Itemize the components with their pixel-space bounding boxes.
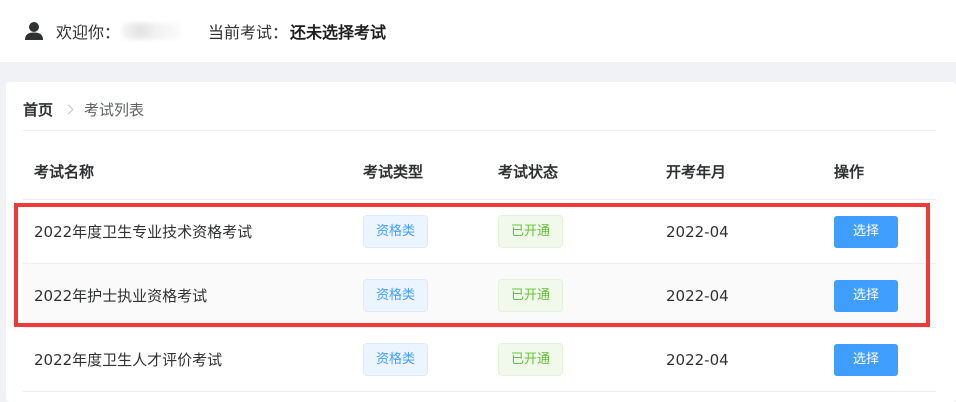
chevron-right-icon (63, 104, 74, 114)
exam-name: 2022年度卫生人才评价考试 (34, 351, 223, 369)
exam-status-tag: 已开通 (498, 279, 564, 312)
exam-type-tag: 资格类 (363, 215, 429, 248)
exam-name: 2022年护士执业资格考试 (34, 287, 208, 305)
table-header: 考试名称 考试类型 考试状态 开考年月 操作 (23, 144, 936, 200)
username-blurred (122, 23, 181, 39)
select-button[interactable]: 选择 (834, 279, 898, 312)
exam-date: 2022-04 (666, 286, 729, 305)
exam-date: 2022-04 (666, 222, 729, 241)
divider (23, 130, 936, 131)
exam-type-tag: 资格类 (363, 343, 429, 376)
welcome-label: 欢迎你： (56, 23, 121, 42)
column-header-action: 操作 (834, 163, 865, 181)
exam-name: 2022年度卫生专业技术资格考试 (34, 223, 253, 241)
current-exam-label: 当前考试： (208, 23, 289, 42)
table-row: 2022年度卫生人才评价考试 资格类 已开通 2022-04 选择 (23, 328, 936, 392)
current-exam-value: 还未选择考试 (290, 23, 387, 42)
column-header-status: 考试状态 (498, 163, 559, 181)
column-header-type: 考试类型 (363, 163, 424, 181)
top-bar: 欢迎你： 当前考试： 还未选择考试 (0, 0, 956, 62)
breadcrumb: 首页 考试列表 (23, 98, 144, 120)
exam-type-tag: 资格类 (363, 279, 429, 312)
column-header-name: 考试名称 (34, 163, 95, 181)
exam-status-tag: 已开通 (498, 343, 564, 376)
table-row: 2022年度卫生专业技术资格考试 资格类 已开通 2022-04 选择 (23, 200, 936, 264)
table-row: 2022年护士执业资格考试 资格类 已开通 2022-04 选择 (23, 264, 936, 328)
select-button[interactable]: 选择 (834, 215, 898, 248)
breadcrumb-home[interactable]: 首页 (23, 99, 53, 120)
exam-table: 考试名称 考试类型 考试状态 开考年月 操作 2022年度卫生专业技术资格考试 … (23, 144, 936, 392)
breadcrumb-current: 考试列表 (84, 100, 145, 119)
column-header-date: 开考年月 (666, 163, 727, 181)
select-button[interactable]: 选择 (834, 343, 898, 376)
exam-list-card: 首页 考试列表 考试名称 考试类型 考试状态 开考年月 操作 2022年度卫生专… (6, 82, 956, 402)
exam-status-tag: 已开通 (498, 215, 564, 248)
user-icon (24, 21, 44, 41)
exam-date: 2022-04 (666, 350, 729, 369)
